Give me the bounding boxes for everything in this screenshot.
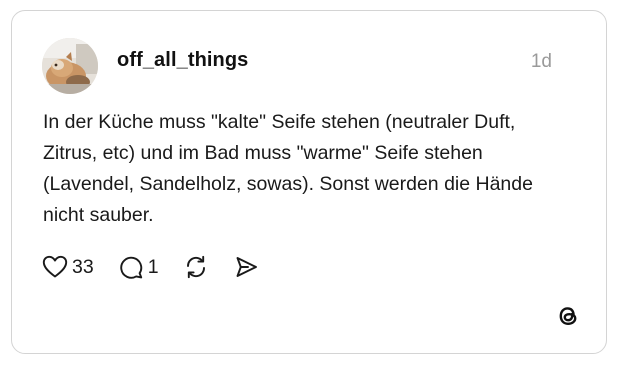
repost-icon — [183, 254, 209, 280]
share-button[interactable] — [233, 254, 259, 280]
username-link[interactable]: off_all_things — [117, 49, 248, 72]
heart-icon — [42, 255, 68, 279]
post-card: off_all_things 1d In der Küche muss "kal… — [11, 10, 607, 354]
reply-count: 1 — [147, 255, 159, 278]
repost-button[interactable] — [183, 254, 209, 280]
share-icon — [233, 254, 259, 280]
threads-logo-icon[interactable] — [555, 303, 581, 329]
avatar-image — [42, 38, 98, 94]
like-count: 33 — [72, 255, 94, 278]
post-body-text: In der Küche muss "kalte" Seife stehen (… — [43, 111, 533, 226]
post-actions-bar: 33 1 — [42, 253, 283, 281]
like-button[interactable]: 33 — [42, 255, 94, 279]
post-timestamp: 1d — [530, 51, 552, 72]
comment-icon — [118, 254, 144, 280]
avatar[interactable] — [42, 38, 98, 94]
reply-button[interactable]: 1 — [118, 254, 159, 280]
